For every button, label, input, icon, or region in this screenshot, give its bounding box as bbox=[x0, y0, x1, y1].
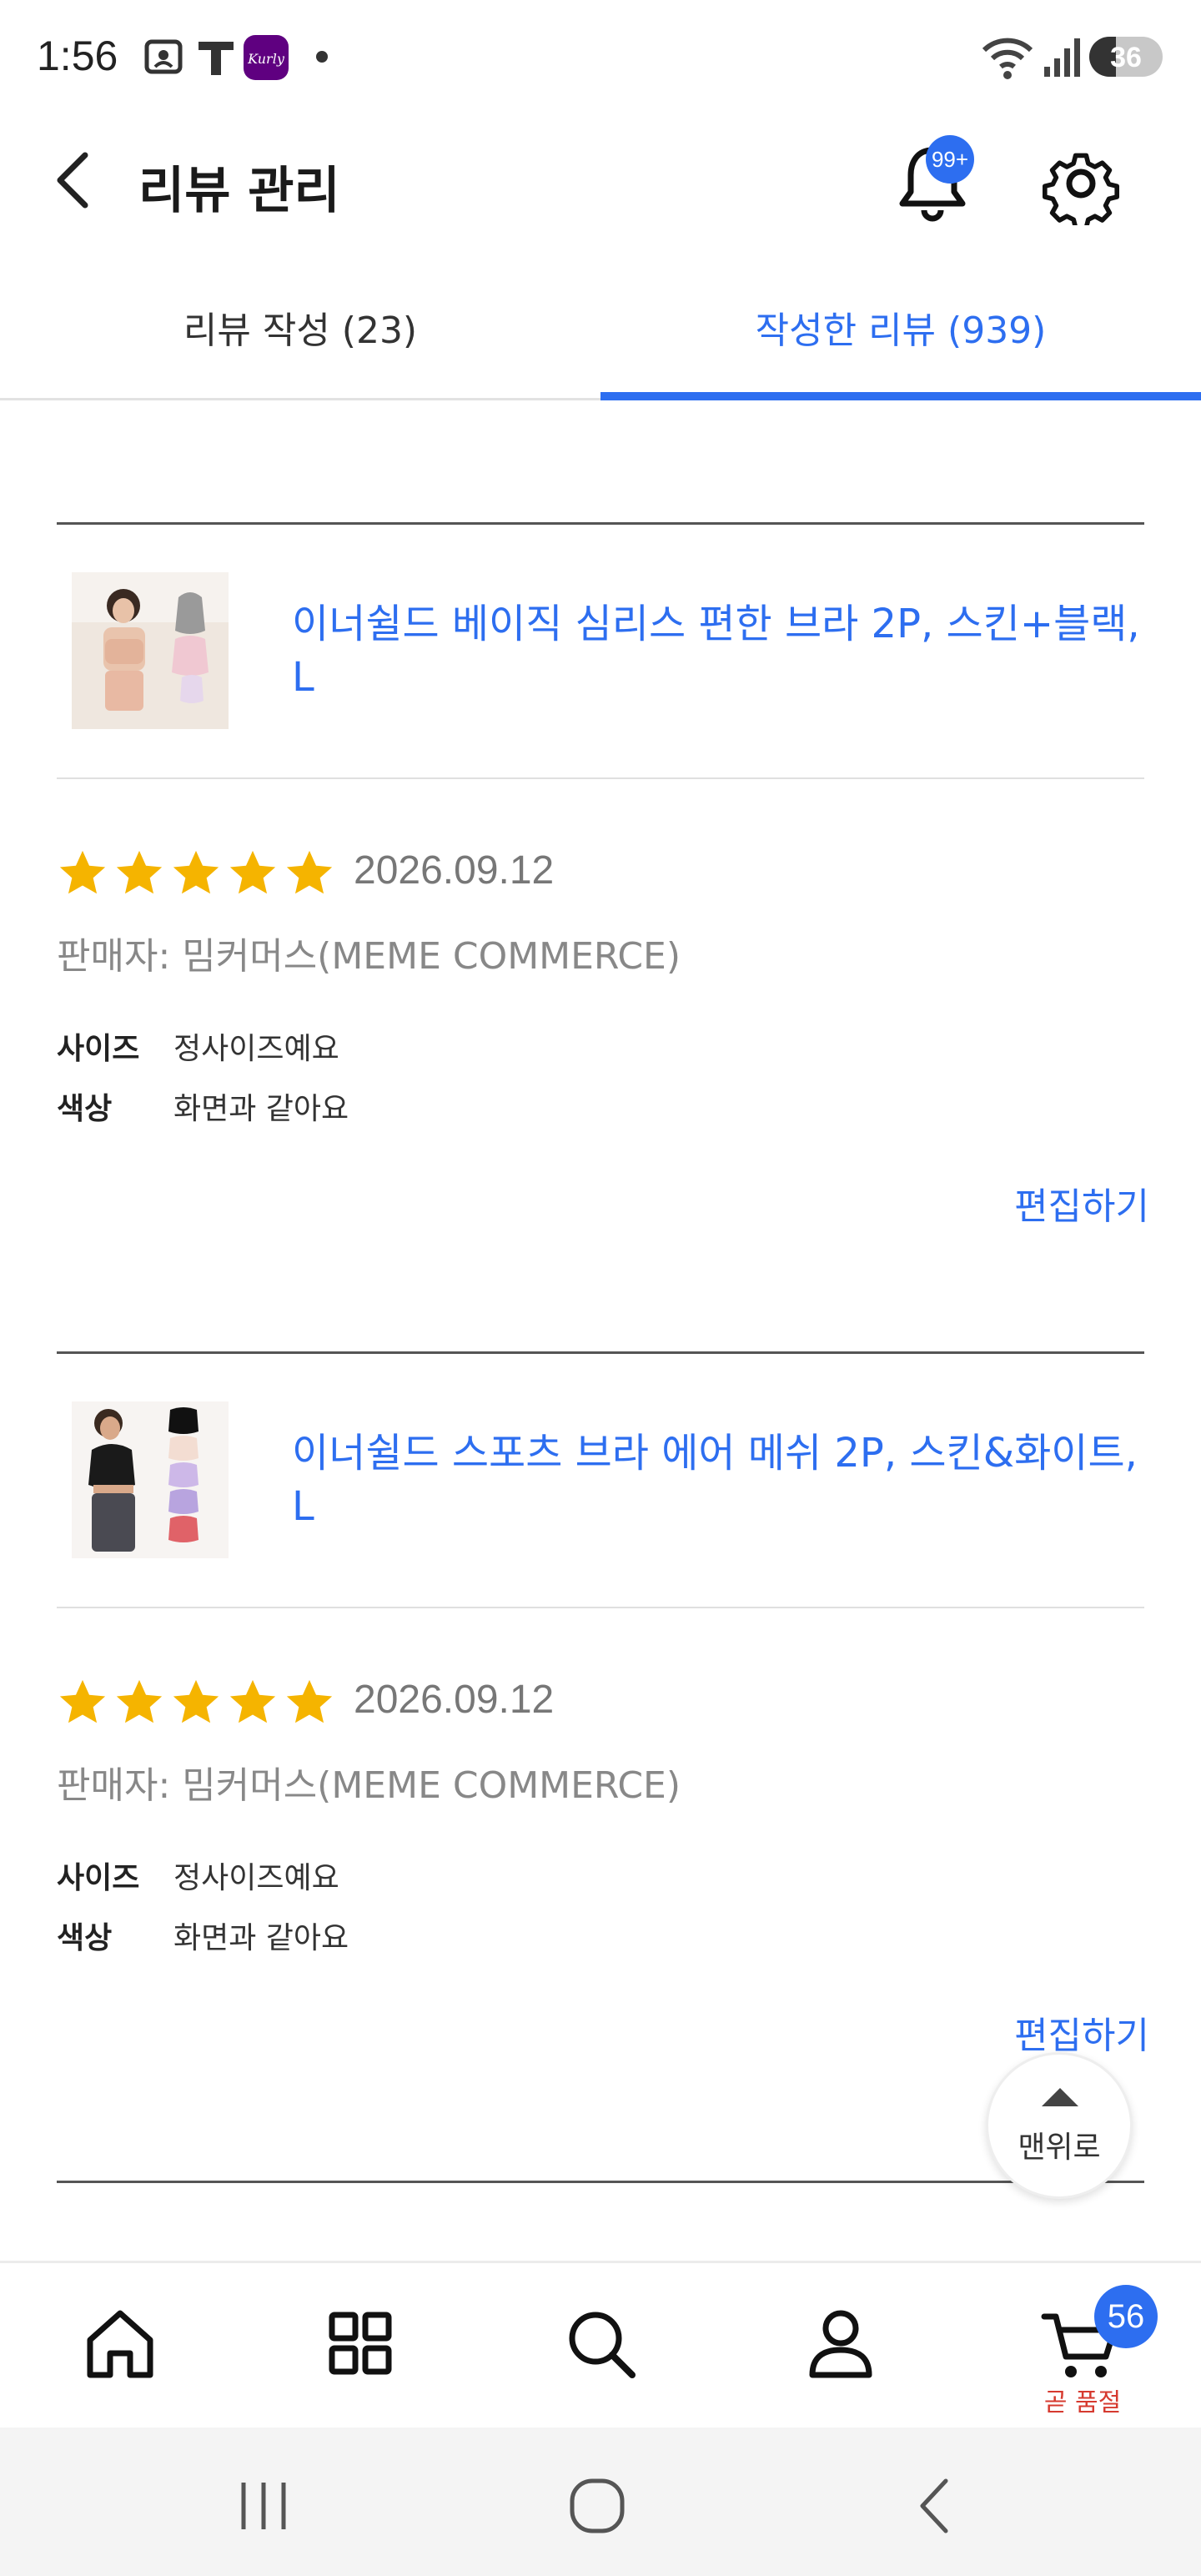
tab-written-reviews[interactable]: 작성한 리뷰 (939) bbox=[600, 300, 1201, 354]
star-icon bbox=[173, 850, 219, 894]
option-label-size: 사이즈 bbox=[57, 1861, 140, 1895]
product-image bbox=[72, 1401, 229, 1558]
star-rating bbox=[57, 848, 335, 899]
option-label-color: 색상 bbox=[57, 1092, 113, 1126]
review-tabs: 리뷰 작성 (23) 작성한 리뷰 (939) bbox=[0, 275, 1201, 400]
option-label-size: 사이즈 bbox=[57, 1032, 140, 1066]
back-chevron-icon bbox=[920, 2478, 948, 2533]
nav-home[interactable] bbox=[78, 2302, 162, 2385]
screenshot-icon bbox=[140, 33, 187, 83]
status-bar: 1:56 Kurly 36 bbox=[0, 0, 1201, 113]
option-value-size: 정사이즈예요 bbox=[173, 1861, 339, 1895]
seller-name: 판매자: 밈커머스(MEME COMMERCE) bbox=[57, 1764, 681, 1807]
option-value-size: 정사이즈예요 bbox=[173, 1032, 339, 1066]
recent-apps-button[interactable] bbox=[230, 2473, 297, 2539]
tab-write-review[interactable]: 리뷰 작성 (23) bbox=[0, 300, 600, 354]
card-divider bbox=[57, 1351, 1144, 1354]
star-icon bbox=[116, 1679, 163, 1723]
arrow-up-icon bbox=[1042, 2088, 1078, 2106]
review-card: 이너쉴드 베이직 심리스 편한 브라 2P, 스킨+블랙, L 2026.09.… bbox=[0, 517, 1201, 1343]
notification-dot-icon bbox=[315, 50, 329, 67]
back-arrow-icon bbox=[57, 152, 88, 209]
product-image bbox=[72, 572, 229, 729]
star-icon bbox=[59, 1679, 106, 1723]
battery-indicator: 36 bbox=[1089, 37, 1163, 77]
home-icon bbox=[87, 2310, 153, 2378]
settings-button[interactable] bbox=[1039, 142, 1123, 230]
battery-level: 36 bbox=[1110, 42, 1142, 73]
scroll-to-top-button[interactable]: 맨위로 bbox=[986, 2052, 1133, 2199]
product-name-link[interactable]: 이너쉴드 베이직 심리스 편한 브라 2P, 스킨+블랙, L bbox=[292, 597, 1143, 704]
notification-badge: 99+ bbox=[926, 135, 974, 184]
option-value-color: 화면과 같아요 bbox=[173, 1921, 349, 1955]
account-icon bbox=[809, 2310, 872, 2378]
card-divider bbox=[57, 522, 1144, 525]
star-icon bbox=[229, 1679, 276, 1723]
product-thumbnail[interactable] bbox=[72, 1401, 229, 1558]
back-system-button[interactable] bbox=[902, 2473, 969, 2539]
review-date: 2026.09.12 bbox=[354, 1678, 555, 1722]
recent-apps-icon bbox=[241, 2483, 286, 2529]
page-title: 리뷰 관리 bbox=[138, 162, 340, 220]
bottom-nav: 56 곧 품절 bbox=[0, 2261, 1201, 2428]
edit-review-button[interactable]: 편집하기 bbox=[1014, 2005, 1149, 2059]
cart-soldout-label: 곧 품절 bbox=[1043, 2388, 1122, 2418]
product-thumbnail[interactable] bbox=[72, 572, 229, 729]
star-icon bbox=[229, 850, 276, 894]
svg-text:Kurly: Kurly bbox=[247, 51, 285, 67]
search-icon bbox=[569, 2312, 636, 2378]
nav-category[interactable] bbox=[319, 2302, 402, 2385]
home-circle-icon bbox=[570, 2478, 625, 2533]
product-name-link[interactable]: 이너쉴드 스포츠 브라 에어 메쉬 2P, 스킨&화이트, L bbox=[292, 1426, 1143, 1533]
star-icon bbox=[116, 850, 163, 894]
star-rating bbox=[57, 1677, 335, 1728]
t-app-icon bbox=[195, 33, 237, 83]
option-label-color: 색상 bbox=[57, 1921, 113, 1955]
card-inner-divider bbox=[57, 777, 1144, 779]
star-icon bbox=[173, 1679, 219, 1723]
seller-name: 판매자: 밈커머스(MEME COMMERCE) bbox=[57, 935, 681, 978]
cart-count-badge: 56 bbox=[1094, 2285, 1158, 2348]
status-time: 1:56 bbox=[37, 33, 118, 79]
scroll-to-top-label: 맨위로 bbox=[1018, 2131, 1101, 2165]
category-grid-icon bbox=[329, 2312, 392, 2375]
system-nav-bar bbox=[0, 2428, 1201, 2576]
card-divider bbox=[57, 2181, 1144, 2183]
star-icon bbox=[59, 850, 106, 894]
signal-icon bbox=[1043, 37, 1084, 82]
star-icon bbox=[286, 1679, 333, 1723]
kurly-app-icon: Kurly bbox=[244, 35, 289, 83]
active-tab-indicator bbox=[600, 392, 1201, 400]
card-inner-divider bbox=[57, 1607, 1144, 1608]
wifi-icon bbox=[981, 35, 1034, 83]
nav-search[interactable] bbox=[559, 2302, 642, 2385]
gear-icon bbox=[1042, 153, 1120, 230]
option-value-color: 화면과 같아요 bbox=[173, 1092, 349, 1126]
home-system-button[interactable] bbox=[564, 2473, 631, 2539]
back-button[interactable] bbox=[43, 147, 110, 214]
star-icon bbox=[286, 850, 333, 894]
nav-account[interactable] bbox=[799, 2302, 882, 2385]
edit-review-button[interactable]: 편집하기 bbox=[1014, 1176, 1149, 1230]
app-header: 리뷰 관리 99+ bbox=[0, 117, 1201, 242]
review-date: 2026.09.12 bbox=[354, 848, 555, 893]
